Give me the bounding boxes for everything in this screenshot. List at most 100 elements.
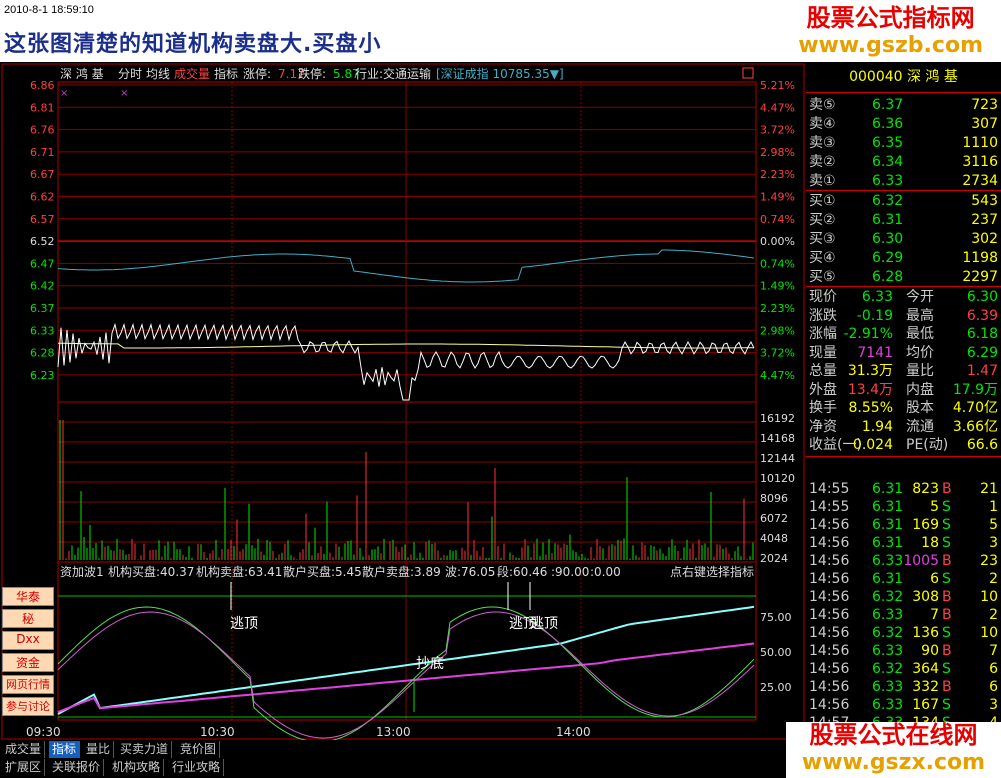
tick-time: 14:56	[809, 625, 850, 641]
bottom-tab-3[interactable]: 买卖力道	[117, 741, 173, 758]
pct-axis-label: 2.98%	[760, 324, 795, 337]
price-axis-label: 6.28	[30, 347, 55, 360]
tick-row[interactable]: 14:56 6.32 136 S 10	[806, 624, 1001, 642]
bottom-tab-3[interactable]: 行业攻略	[169, 759, 225, 776]
side-button-dxx[interactable]: Dxx	[2, 631, 54, 650]
stat-label-2: 最低	[906, 326, 934, 342]
buy-price: 6.31	[872, 212, 904, 228]
bottom-tab-2[interactable]: 机构攻略	[109, 759, 165, 776]
tick-row[interactable]: 14:56 6.33 7 B 2	[806, 606, 1001, 624]
stat-value-2: 6.39	[966, 307, 998, 324]
stat-row[interactable]: 换手 8.55% 股本 4.70亿	[806, 399, 1001, 417]
tick-row[interactable]: 14:55 6.31 5 S 1	[806, 498, 1001, 516]
price-axis-label: 6.76	[30, 124, 55, 137]
tick-row[interactable]: 14:56 6.33 1005 B 23	[806, 552, 1001, 570]
tick-price: 6.31	[872, 535, 904, 551]
stat-row[interactable]: 收益(一) 0.024 PE(动) 66.6	[806, 436, 1001, 454]
sell-label: 卖④	[809, 116, 836, 132]
tick-row[interactable]: 14:56 6.32 364 S 6	[806, 660, 1001, 678]
sell-price: 6.37	[872, 97, 904, 113]
stat-row[interactable]: 现价 6.33 今开 6.30	[806, 288, 1001, 306]
tick-time: 14:56	[809, 661, 850, 677]
sell-level-row[interactable]: 卖⑤ 6.37 723	[806, 96, 1001, 114]
industry-label[interactable]: 行业:交通运输	[355, 66, 431, 81]
buy-level-row[interactable]: 买① 6.32 543	[806, 192, 1001, 210]
time-0930: 09:30	[26, 725, 61, 739]
buy-level-row[interactable]: 买⑤ 6.28 2297	[806, 268, 1001, 286]
buy-price: 6.29	[872, 250, 904, 266]
toolbar-item-indicator[interactable]: 指标	[214, 66, 238, 81]
volume-axis-label: 6072	[760, 512, 788, 525]
tick-row[interactable]: 14:56 6.33 167 S 3	[806, 696, 1001, 714]
pct-axis-label: 4.47%	[760, 101, 795, 114]
tick-time: 14:56	[809, 697, 850, 713]
dieting-label: 跌停:	[298, 66, 326, 81]
bottom-tab-0[interactable]: 扩展区	[2, 759, 46, 776]
tick-volume: 364	[912, 661, 939, 677]
buy-level-row[interactable]: 买② 6.31 237	[806, 211, 1001, 229]
stat-value: -2.91%	[843, 326, 893, 342]
bottom-tab-4[interactable]: 竞价图	[177, 741, 221, 758]
sell-level-row[interactable]: 卖① 6.33 2734	[806, 172, 1001, 190]
tick-volume: 167	[912, 697, 939, 713]
sell-level-row[interactable]: 卖④ 6.36 307	[806, 115, 1001, 133]
stat-row[interactable]: 外盘 13.4万 内盘 17.9万	[806, 381, 1001, 399]
tick-time: 14:56	[809, 643, 850, 659]
maximize-icon[interactable]	[742, 67, 754, 79]
side-button-mi[interactable]: 秘	[2, 609, 54, 628]
tick-volume: 90	[921, 643, 939, 659]
tick-price: 6.33	[872, 607, 904, 623]
bottom-tab-0[interactable]: 成交量	[2, 741, 46, 758]
tick-row[interactable]: 14:55 6.31 823 B 21	[806, 480, 1001, 498]
buy-level-row[interactable]: 买④ 6.29 1198	[806, 249, 1001, 267]
sell-price: 6.33	[872, 173, 904, 189]
bottom-tab-1[interactable]: 关联报价	[49, 759, 105, 776]
side-button-zijin[interactable]: 资金	[2, 653, 54, 672]
buy-volume: 2297	[962, 269, 998, 285]
stat-value: 0.024	[852, 437, 893, 453]
sell-level-row[interactable]: 卖② 6.34 3116	[806, 153, 1001, 171]
stat-row[interactable]: 净资 1.94 流通 3.66亿	[806, 418, 1001, 436]
ind-label-4: 波:76.05	[445, 565, 495, 579]
bottom-tab-2[interactable]: 量比	[83, 741, 115, 758]
watermark-bottom-line1: 股票公式在线网	[809, 721, 978, 749]
watermark-top-line2: www.gszb.com	[798, 33, 983, 58]
tick-row[interactable]: 14:56 6.31 169 S 5	[806, 516, 1001, 534]
buy-level-row[interactable]: 买③ 6.30 302	[806, 230, 1001, 248]
sell-volume: 1110	[962, 135, 998, 151]
tick-row[interactable]: 14:56 6.31 18 S 3	[806, 534, 1001, 552]
chart-area[interactable]: 深 鸿 基 分时 均线 成交量 指标 涨停: 7.17 跌停: 5.87 行业:…	[0, 62, 806, 743]
sell-price: 6.35	[872, 135, 904, 151]
intraday-chart-svg[interactable]: 深 鸿 基 分时 均线 成交量 指标 涨停: 7.17 跌停: 5.87 行业:…	[0, 62, 806, 743]
toolbar-item-fenshi[interactable]: 分时	[118, 67, 142, 81]
tick-row[interactable]: 14:56 6.33 90 B 7	[806, 642, 1001, 660]
side-button-discuss[interactable]: 参与讨论	[2, 697, 54, 716]
side-button-web-quote[interactable]: 网页行情	[2, 675, 54, 694]
stat-row[interactable]: 现量 7141 均价 6.29	[806, 344, 1001, 362]
ind-label-2: 散户买盘:5.45	[283, 564, 362, 579]
indicator-hint[interactable]: 点右键选择指标	[670, 564, 754, 579]
sell-level-row[interactable]: 卖③ 6.35 1110	[806, 134, 1001, 152]
index-box[interactable]: [深证成指 10785.35▼]	[436, 66, 564, 81]
sell-price: 6.34	[872, 154, 904, 170]
tick-row[interactable]: 14:56 6.33 332 B 6	[806, 678, 1001, 696]
tick-side: B	[942, 481, 952, 497]
stat-value: 31.3万	[847, 363, 893, 379]
tick-price: 6.33	[872, 643, 904, 659]
stat-row[interactable]: 涨跌 -0.19 最高 6.39	[806, 307, 1001, 325]
toolbar-item-junxian[interactable]: 均线	[146, 67, 170, 81]
stat-label: 净资	[809, 418, 837, 435]
tick-side: S	[942, 571, 951, 587]
tick-row[interactable]: 14:56 6.32 308 B 10	[806, 588, 1001, 606]
stat-row[interactable]: 总量 31.3万 量比 1.47	[806, 362, 1001, 380]
bottom-tab-1[interactable]: 指标	[49, 741, 81, 758]
stat-label: 总量	[809, 363, 837, 379]
stat-value-2: 1.47	[966, 363, 998, 379]
stat-row[interactable]: 涨幅 -2.91% 最低 6.18	[806, 325, 1001, 343]
tick-row[interactable]: 14:56 6.31 6 S 2	[806, 570, 1001, 588]
side-button-huatai[interactable]: 华泰	[2, 587, 54, 606]
tick-side: S	[942, 535, 951, 551]
toolbar-item-volume[interactable]: 成交量	[174, 66, 210, 81]
pct-axis-label: 0.74%	[760, 213, 795, 226]
sell-label: 卖①	[809, 173, 836, 189]
